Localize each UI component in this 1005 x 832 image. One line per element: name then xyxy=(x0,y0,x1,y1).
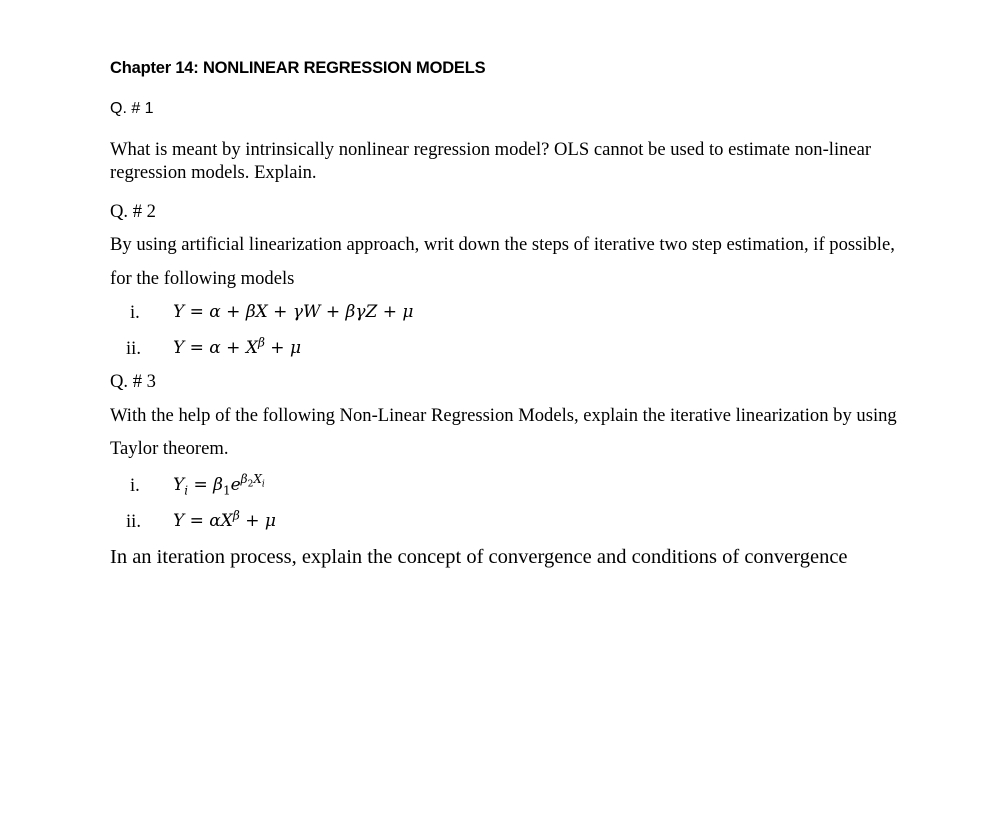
question-2-model-2-numeral: ii. xyxy=(126,338,141,359)
question-2-model-2-equation: Y = α + Xβ + μ xyxy=(173,335,301,358)
question-1-text-line-1: What is meant by intrinsically nonlinear… xyxy=(110,139,872,160)
question-3-text-line-1: With the help of the following Non-Linea… xyxy=(110,405,897,426)
question-2-label: Q. # 2 xyxy=(110,201,156,222)
question-3-text-line-2: Taylor theorem. xyxy=(110,438,229,459)
question-3-model-1-equation: Yi = β1eβ2Xi xyxy=(173,472,265,498)
question-1-text-line-2: regression models. Explain. xyxy=(110,162,317,183)
question-1-label: Q. # 1 xyxy=(110,100,154,117)
question-3-label: Q. # 3 xyxy=(110,371,156,392)
question-2-model-1-numeral: i. xyxy=(130,302,140,323)
chapter-title: Chapter 14: NONLINEAR REGRESSION MODELS xyxy=(110,59,486,77)
question-2-model-1-equation: Y = α + βX + γW + βγZ + μ xyxy=(173,302,414,322)
document-page: Chapter 14: NONLINEAR REGRESSION MODELS … xyxy=(0,0,1005,832)
question-3-model-2-equation: Y = αXβ + μ xyxy=(173,508,276,531)
question-2-text-line-1: By using artificial linearization approa… xyxy=(110,234,895,255)
question-3-model-2-numeral: ii. xyxy=(126,511,141,532)
question-3-model-1-numeral: i. xyxy=(130,475,140,496)
question-2-text-line-2: for the following models xyxy=(110,268,295,289)
closing-statement: In an iteration process, explain the con… xyxy=(110,546,848,568)
